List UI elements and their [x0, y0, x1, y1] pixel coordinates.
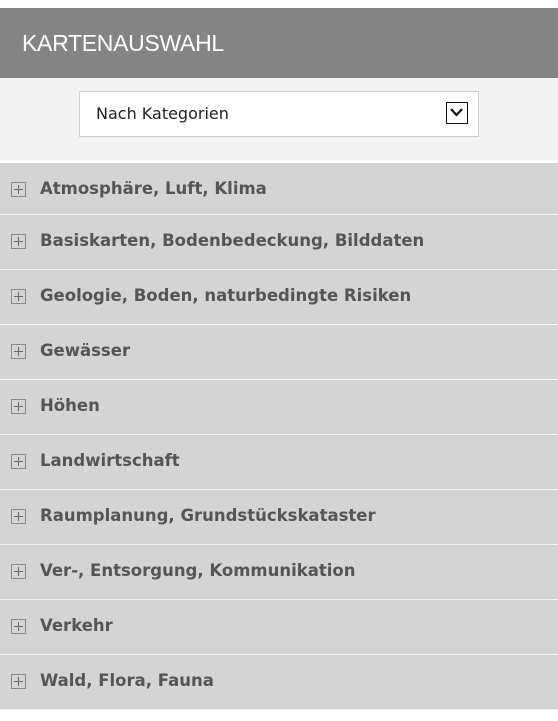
- expand-plus-icon[interactable]: [11, 182, 26, 197]
- category-item-basiskarten[interactable]: Basiskarten, Bodenbedeckung, Bilddaten: [0, 215, 558, 270]
- category-item-atmosphaere[interactable]: Atmosphäre, Luft, Klima: [0, 160, 558, 215]
- filter-area: Nach Kategorien: [0, 78, 558, 160]
- category-filter-select[interactable]: Nach Kategorien: [79, 91, 479, 137]
- category-label: Landwirtschaft: [40, 451, 180, 470]
- category-item-landwirtschaft[interactable]: Landwirtschaft: [0, 435, 558, 490]
- category-label: Verkehr: [40, 616, 113, 635]
- category-item-gewaesser[interactable]: Gewässer: [0, 325, 558, 380]
- category-item-raumplanung[interactable]: Raumplanung, Grundstückskataster: [0, 490, 558, 545]
- expand-plus-icon[interactable]: [11, 234, 26, 249]
- expand-plus-icon[interactable]: [11, 674, 26, 689]
- category-label: Ver-, Entsorgung, Kommunikation: [40, 561, 356, 580]
- category-label: Wald, Flora, Fauna: [40, 671, 214, 690]
- category-label: Geologie, Boden, naturbedingte Risiken: [40, 286, 412, 305]
- category-item-verkehr[interactable]: Verkehr: [0, 600, 558, 655]
- category-label: Gewässer: [40, 341, 131, 360]
- expand-plus-icon[interactable]: [11, 344, 26, 359]
- category-item-versorgung[interactable]: Ver-, Entsorgung, Kommunikation: [0, 545, 558, 600]
- expand-plus-icon[interactable]: [11, 399, 26, 414]
- expand-plus-icon[interactable]: [11, 454, 26, 469]
- panel-title: KARTENAUSWAHL: [0, 8, 558, 78]
- category-item-wald[interactable]: Wald, Flora, Fauna: [0, 655, 558, 710]
- category-label: Atmosphäre, Luft, Klima: [40, 179, 267, 198]
- category-item-geologie[interactable]: Geologie, Boden, naturbedingte Risiken: [0, 270, 558, 325]
- expand-plus-icon[interactable]: [11, 509, 26, 524]
- expand-plus-icon[interactable]: [11, 619, 26, 634]
- map-selection-panel: KARTENAUSWAHL Nach Kategorien Atmosphäre…: [0, 8, 558, 721]
- chevron-down-icon[interactable]: [446, 102, 468, 124]
- category-item-hoehen[interactable]: Höhen: [0, 380, 558, 435]
- category-label: Raumplanung, Grundstückskataster: [40, 506, 376, 525]
- expand-plus-icon[interactable]: [11, 564, 26, 579]
- category-label: Höhen: [40, 396, 100, 415]
- category-label: Basiskarten, Bodenbedeckung, Bilddaten: [40, 231, 425, 250]
- category-list: Atmosphäre, Luft, Klima Basiskarten, Bod…: [0, 160, 558, 710]
- select-value: Nach Kategorien: [96, 104, 229, 123]
- expand-plus-icon[interactable]: [11, 289, 26, 304]
